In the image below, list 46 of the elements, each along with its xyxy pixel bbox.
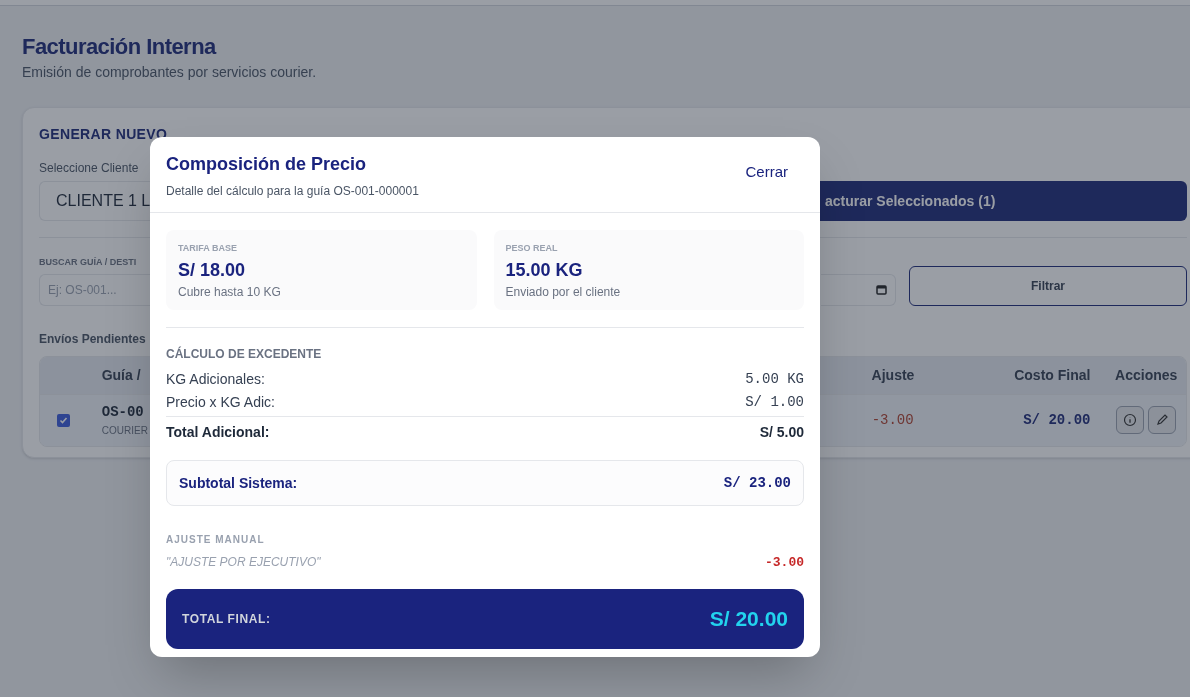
table-cell-text: S/ 20.00 — [1022, 410, 1091, 430]
stat-value: 15.00 KG — [505, 258, 584, 282]
calendar-icon — [876, 284, 887, 295]
detail-value: S/ 1.00 — [745, 393, 804, 412]
column-header: Guía / — [101, 365, 142, 385]
field-label: BUSCAR GUÍA / DESTI — [39, 256, 138, 269]
date-field[interactable] — [821, 273, 896, 306]
detail-value: 5.00 KG — [745, 370, 804, 389]
stat-label: TARIFA BASE — [178, 242, 238, 255]
info-button[interactable] — [1116, 406, 1145, 434]
adjustment-value: -3.00 — [765, 554, 804, 572]
stat-note: Enviado por el cliente — [505, 283, 622, 301]
adjustment-reason: "AJUSTE POR EJECUTIVO" — [166, 554, 321, 571]
dialog-subtitle: Detalle del cálculo para la guía OS-001-000001 — [166, 183, 419, 200]
stat-note: Cubre hasta 10 KG — [178, 283, 282, 301]
edit-button[interactable] — [1148, 406, 1177, 434]
summary-label: Total Adicional: — [166, 423, 270, 442]
section-heading: CÁLCULO DE EXCEDENTE — [166, 345, 323, 363]
summary-value: S/ 5.00 — [759, 423, 804, 442]
detail-label: KG Adicionales: — [166, 370, 265, 389]
guide-number: OS-00 — [101, 403, 145, 422]
section-heading: AJUSTE MANUAL — [166, 533, 266, 547]
total-value: S/ 20.00 — [709, 605, 788, 632]
column-header: Acciones — [1114, 365, 1179, 385]
page-title: Facturación Interna — [22, 33, 218, 61]
page-subtitle: Emisión de comprobantes por servicios courier. — [22, 63, 318, 82]
section-label: Envíos Pendientes — [39, 330, 147, 348]
stat-value: S/ 18.00 — [178, 258, 247, 282]
detail-label: Precio x KG Adic: — [166, 393, 275, 412]
subtotal-value: S/ 23.00 — [723, 473, 791, 493]
close-button[interactable]: Cerrar — [745, 161, 788, 184]
table-cell-text: -3.00 — [871, 410, 915, 430]
checkbox[interactable] — [57, 413, 70, 427]
subtotal-label: Subtotal Sistema: — [179, 473, 298, 493]
column-header: Ajuste — [871, 365, 916, 385]
field-label: Seleccione Cliente — [39, 160, 140, 177]
column-header: Costo Final — [1013, 365, 1091, 385]
service-label: COURIER — [101, 424, 149, 438]
stat-label: PESO REAL — [505, 242, 559, 255]
pencil-icon — [1155, 413, 1170, 427]
check-icon — [59, 415, 68, 425]
dialog-title: Composición de Precio — [166, 153, 368, 175]
section-heading: GENERAR NUEVO — [39, 125, 169, 144]
filter-button[interactable]: Filtrar — [909, 265, 1187, 306]
total-label: TOTAL FINAL: — [182, 610, 271, 628]
info-icon — [1123, 413, 1138, 427]
